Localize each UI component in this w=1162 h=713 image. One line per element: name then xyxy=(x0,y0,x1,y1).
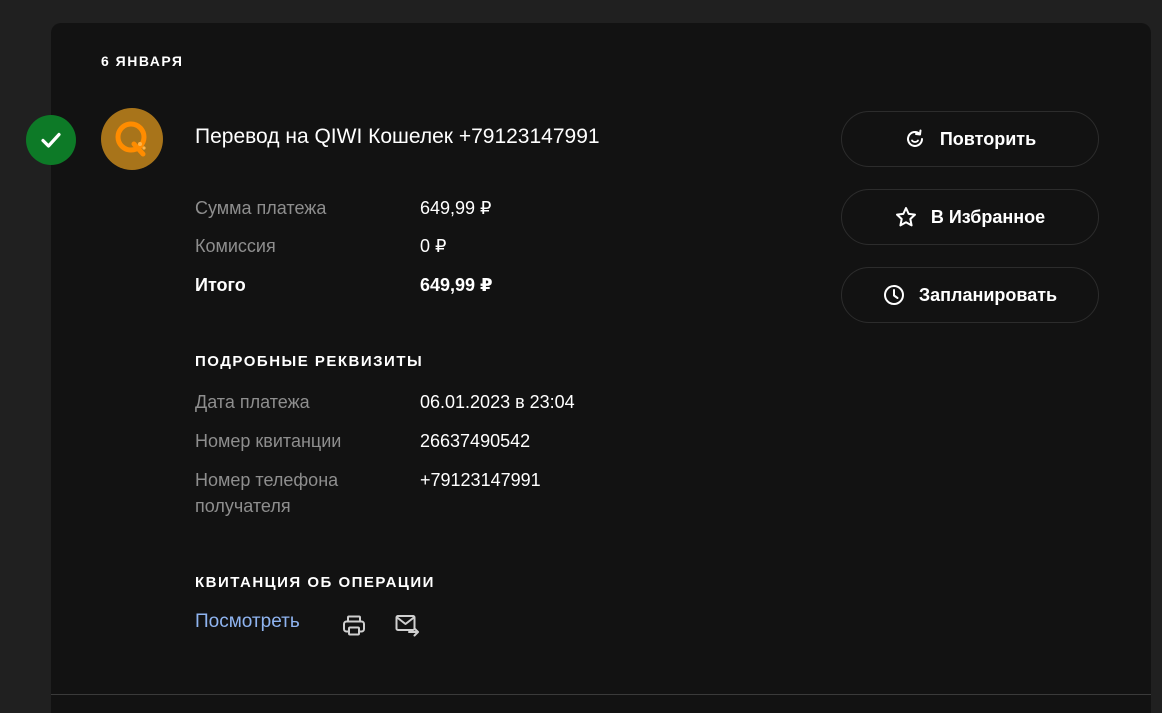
payment-date-label: Дата платежа xyxy=(195,392,310,412)
view-receipt-link[interactable]: Посмотреть xyxy=(195,611,300,633)
clock-icon xyxy=(883,285,904,305)
recipient-phone-value: +79123147991 xyxy=(420,470,541,490)
add-to-favorites-button[interactable]: В Избранное xyxy=(841,189,1099,245)
printer-icon[interactable] xyxy=(341,613,367,639)
qiwi-logo-icon xyxy=(115,121,147,157)
star-icon xyxy=(895,207,916,227)
commission-value: 0 ₽ xyxy=(420,236,447,256)
transaction-title: Перевод на QIWI Кошелек +79123147991 xyxy=(195,125,600,148)
receipt-number-label: Номер квитанции xyxy=(195,431,342,451)
mail-icon[interactable] xyxy=(394,611,422,639)
total-value: 649,99 ₽ xyxy=(420,275,493,295)
commission-label: Комиссия xyxy=(195,236,276,256)
qiwi-logo xyxy=(101,108,163,170)
divider xyxy=(51,694,1151,695)
transaction-card: 6 ЯНВАРЯ Перевод на QIWI Кошелек +791231… xyxy=(26,23,1151,713)
check-icon xyxy=(41,132,61,148)
date-header: 6 ЯНВАРЯ xyxy=(101,53,184,69)
repeat-button[interactable]: Повторить xyxy=(841,111,1099,167)
amount-label: Сумма платежа xyxy=(195,198,327,218)
payment-date-value: 06.01.2023 в 23:04 xyxy=(420,392,575,412)
schedule-button-label: Запланировать xyxy=(918,284,1058,305)
details-section-title: ПОДРОБНЫЕ РЕКВИЗИТЫ xyxy=(195,353,424,370)
total-label: Итого xyxy=(195,275,246,295)
favorite-button-label: В Избранное xyxy=(930,206,1046,227)
repeat-button-label: Повторить xyxy=(939,128,1037,149)
success-status xyxy=(26,115,76,165)
recipient-phone-label: Номер телефона получателя xyxy=(195,470,339,516)
receipt-number-value: 26637490542 xyxy=(420,431,531,451)
repeat-icon xyxy=(906,129,923,147)
amount-value: 649,99 ₽ xyxy=(420,198,492,218)
receipt-section-title: КВИТАНЦИЯ ОБ ОПЕРАЦИИ xyxy=(195,574,435,591)
schedule-button[interactable]: Запланировать xyxy=(841,267,1099,323)
